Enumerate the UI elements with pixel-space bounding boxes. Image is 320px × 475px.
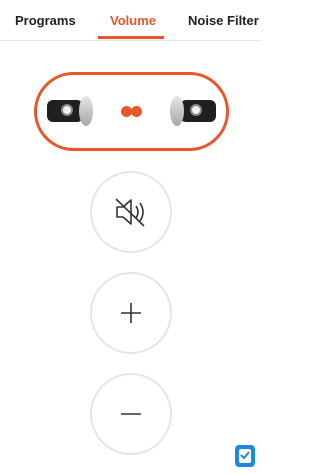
minus-icon (121, 413, 141, 415)
speaker-muted-icon (115, 198, 145, 227)
tab-noise-filter[interactable]: Noise Filter (188, 13, 259, 28)
volume-up-button[interactable] (90, 272, 172, 354)
hearing-aid-left-icon[interactable] (47, 96, 93, 126)
checklist-icon (239, 449, 251, 463)
hearing-aids-pair-selector[interactable] (34, 72, 229, 151)
volume-down-button[interactable] (90, 373, 172, 455)
active-tab-indicator (98, 36, 164, 39)
hearing-aid-right-icon[interactable] (170, 96, 216, 126)
tab-bar: Programs Volume Noise Filter (0, 0, 262, 41)
tab-volume[interactable]: Volume (110, 13, 156, 28)
checklist-badge[interactable] (235, 445, 255, 467)
tab-programs[interactable]: Programs (15, 13, 76, 28)
link-dots-icon (121, 106, 143, 118)
mute-button[interactable] (90, 171, 172, 253)
plus-icon (121, 303, 141, 323)
